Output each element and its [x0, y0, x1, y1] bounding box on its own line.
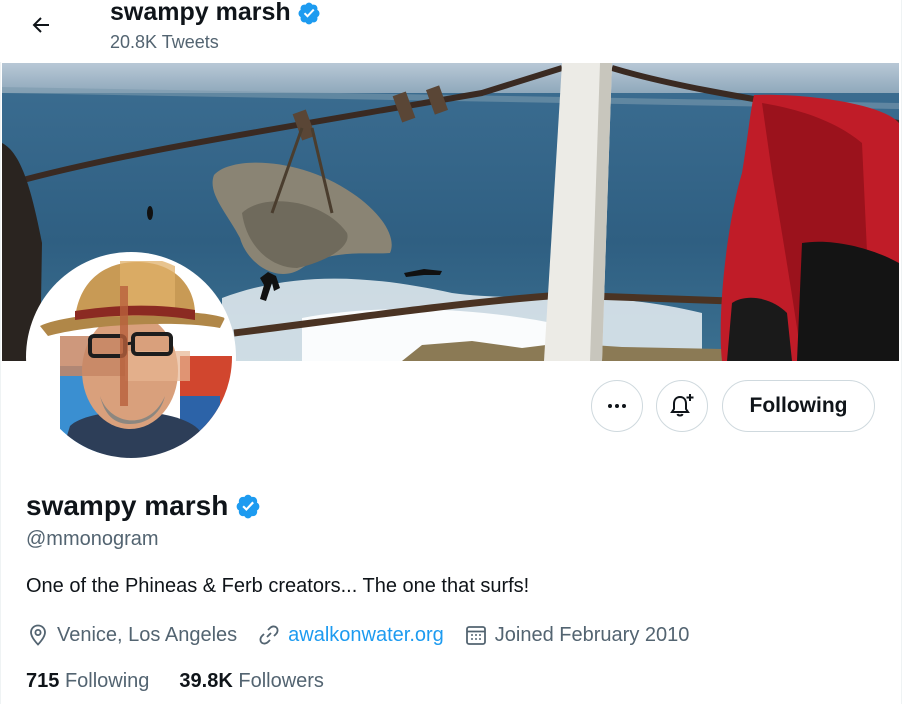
ellipsis-icon	[608, 404, 626, 408]
following-button[interactable]: Following	[722, 380, 875, 432]
header-name: swampy marsh	[110, 0, 291, 26]
following-label: Following	[64, 670, 150, 692]
arrow-left-icon	[32, 17, 49, 33]
link-icon	[259, 625, 279, 645]
followers-label: Followers	[238, 670, 324, 692]
website-item: awalkonwater.org	[257, 623, 444, 647]
following-count-link[interactable]: 715 Following	[26, 670, 149, 693]
avatar[interactable]	[30, 256, 232, 458]
website-link[interactable]: awalkonwater.org	[288, 624, 444, 647]
followers-count: 39.8K	[179, 670, 233, 692]
joined-text: Joined February 2010	[494, 623, 690, 646]
bell-plus-icon	[670, 394, 694, 417]
display-name: swampy marsh	[26, 490, 229, 521]
back-button[interactable]	[22, 6, 60, 44]
profile-meta: Venice, Los Angeles awalkonwater.org Joi…	[26, 620, 709, 650]
avatar-border	[26, 252, 236, 462]
location-item: Venice, Los Angeles	[26, 623, 237, 647]
more-options-button[interactable]	[591, 380, 643, 432]
profile-bio: One of the Phineas & Ferb creators... Th…	[26, 575, 530, 597]
joined-item: Joined February 2010	[464, 623, 690, 647]
followers-count-link[interactable]: 39.8K Followers	[179, 670, 324, 693]
location-text: Venice, Los Angeles	[57, 623, 238, 646]
avatar-image	[30, 256, 232, 458]
verified-badge-icon	[236, 494, 260, 519]
profile-stats: 715 Following 39.8K Followers	[26, 670, 324, 693]
profile-name-row: swampy marsh	[26, 490, 261, 522]
verified-badge-icon	[298, 2, 320, 24]
notifications-button[interactable]	[656, 380, 708, 432]
tweet-count: 20.8K Tweets	[110, 32, 219, 52]
profile-header-bar: swampy marsh 20.8K Tweets	[0, 0, 900, 62]
header-title: swampy marsh	[110, 0, 321, 27]
location-pin-icon	[30, 624, 46, 646]
profile-handle: @mmonogram	[26, 528, 159, 550]
following-count: 715	[26, 670, 60, 692]
calendar-icon	[465, 626, 486, 645]
